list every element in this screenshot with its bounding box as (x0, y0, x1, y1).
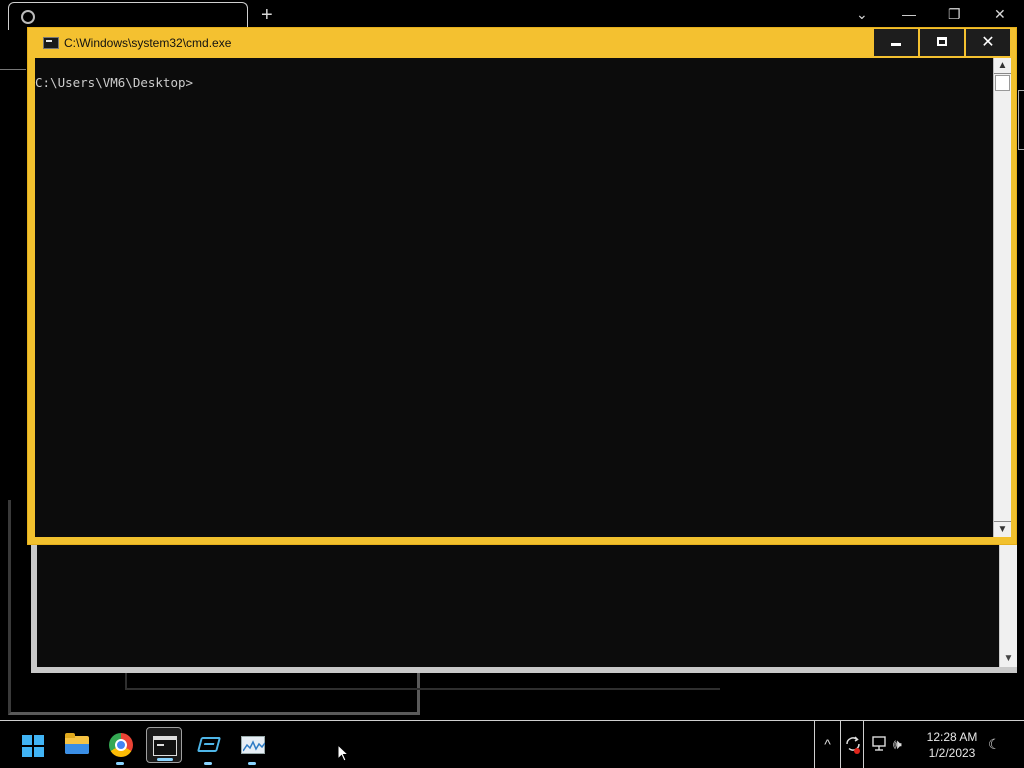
background-cmd-window[interactable]: ▼ (31, 540, 1017, 673)
console-area[interactable]: C:\Users\VM6\Desktop> (35, 58, 993, 537)
close-icon: ✕ (981, 32, 995, 51)
taskbar-app[interactable] (191, 727, 227, 765)
background-window-frame (125, 673, 720, 690)
chrome-tab-icon (21, 10, 35, 24)
taskbar-performance-monitor[interactable] (235, 727, 271, 765)
network-icon[interactable] (870, 735, 888, 753)
scrollbar-thumb[interactable] (995, 75, 1010, 91)
taskbar-file-explorer[interactable] (59, 727, 95, 763)
volume-icon[interactable]: 🕪 (893, 735, 913, 753)
folder-icon (65, 733, 89, 754)
terminal-icon (153, 736, 177, 756)
start-button[interactable] (14, 727, 50, 763)
taskbar: ^ 🕪 12:28 AM 1/2/2023 ☾ (0, 720, 1024, 768)
browser-restore-button[interactable]: ❐ (948, 4, 961, 24)
background-window-edge (0, 30, 26, 70)
windows-logo-icon (22, 735, 44, 757)
minimize-icon (891, 43, 901, 46)
cmd-window[interactable]: C:\Windows\system32\cmd.exe ✕ C:\Users\V… (27, 27, 1017, 545)
vertical-scrollbar[interactable]: ▲ ▼ (993, 58, 1011, 537)
active-indicator (157, 758, 173, 761)
box-icon (196, 737, 222, 752)
mouse-cursor-icon (337, 744, 349, 762)
background-window-edge (1018, 90, 1024, 150)
browser-close-button[interactable]: ✕ (994, 4, 1006, 24)
maximize-button[interactable] (920, 29, 964, 56)
alert-dot (854, 748, 860, 754)
scroll-down-arrow-icon[interactable]: ▼ (1000, 651, 1017, 667)
minimize-button[interactable] (874, 29, 918, 56)
running-indicator (116, 762, 124, 765)
tab-search-chevron-icon[interactable]: ⌄ (856, 4, 868, 24)
cmd-app-icon (43, 37, 59, 49)
background-browser-topbar: + ⌄ — ❐ ✕ (0, 0, 1024, 30)
monitor-icon (241, 736, 265, 754)
close-button[interactable]: ✕ (966, 29, 1010, 56)
console-prompt-line: C:\Users\VM6\Desktop> (35, 75, 194, 90)
sync-status-icon[interactable] (840, 721, 864, 768)
background-scrollbar[interactable]: ▼ (999, 540, 1017, 667)
browser-minimize-button[interactable]: — (902, 4, 916, 24)
show-hidden-icons-chevron-icon[interactable]: ^ (814, 721, 840, 768)
focus-assist-moon-icon[interactable]: ☾ (988, 736, 1001, 752)
clock[interactable]: 12:28 AM 1/2/2023 (918, 729, 986, 761)
background-console-area[interactable] (37, 540, 999, 667)
cmd-titlebar[interactable]: C:\Windows\system32\cmd.exe ✕ (28, 28, 1016, 58)
clock-date: 1/2/2023 (928, 746, 976, 760)
taskbar-chrome[interactable] (103, 727, 139, 765)
maximize-icon (937, 37, 947, 46)
scroll-up-arrow-icon[interactable]: ▲ (994, 58, 1011, 74)
taskbar-command-prompt[interactable] (146, 727, 182, 763)
running-indicator (204, 762, 212, 765)
cmd-window-title: C:\Windows\system32\cmd.exe (64, 36, 232, 50)
desktop: + ⌄ — ❐ ✕ ▼ C:\Windows\system32\cmd.exe … (0, 0, 1024, 768)
new-tab-button[interactable]: + (261, 3, 273, 27)
running-indicator (248, 762, 256, 765)
background-browser-tab[interactable] (8, 2, 248, 30)
clock-time: 12:28 AM (926, 730, 978, 744)
scroll-down-arrow-icon[interactable]: ▼ (994, 521, 1011, 537)
chrome-icon (109, 733, 133, 757)
